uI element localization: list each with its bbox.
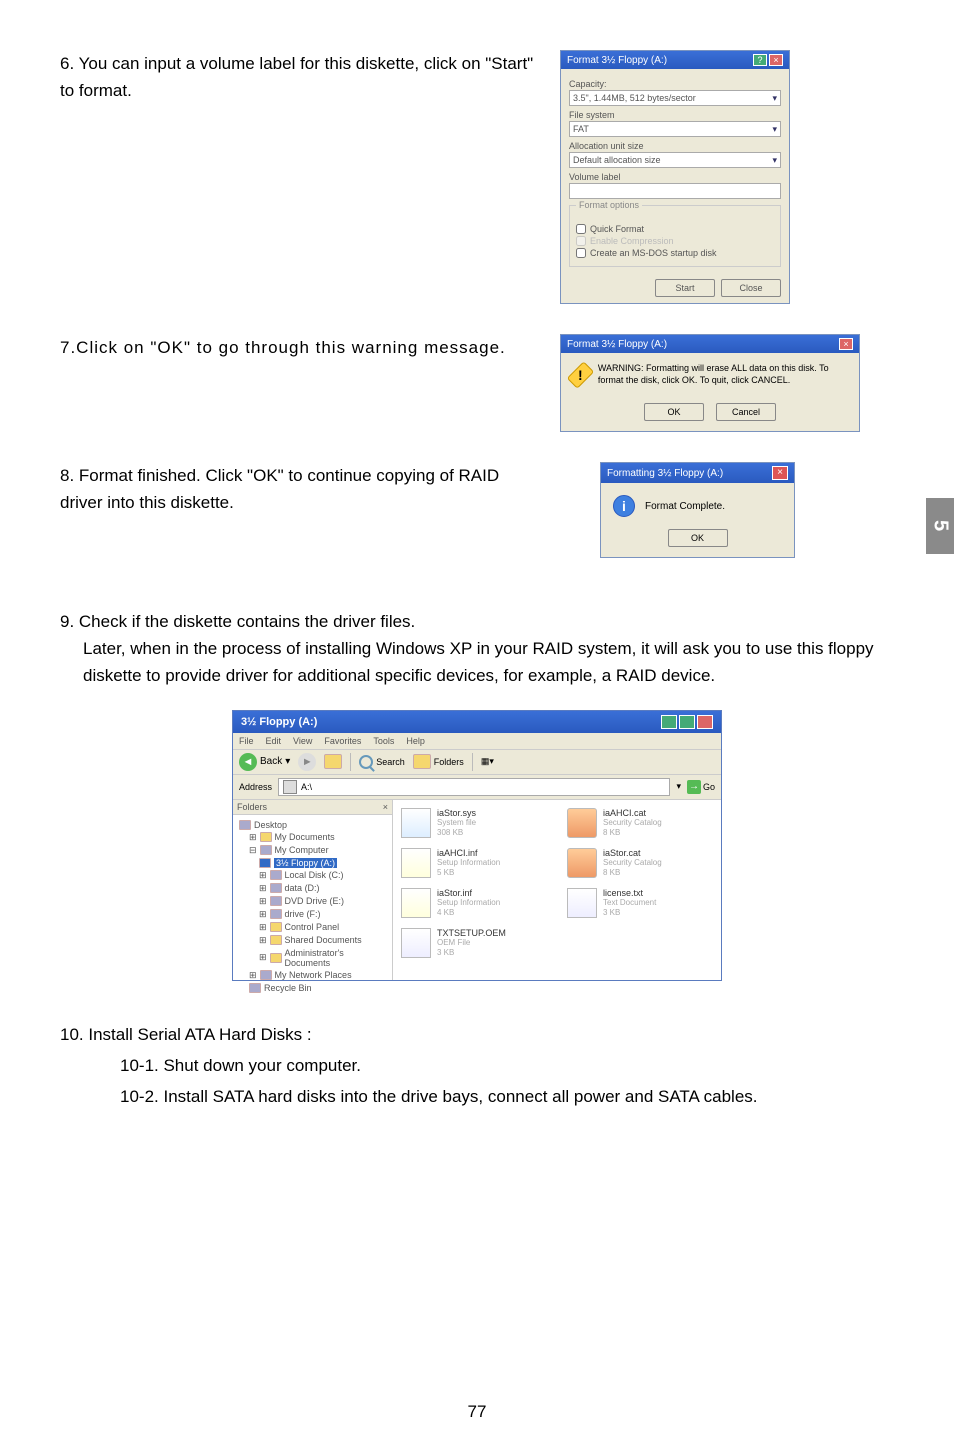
file-item[interactable]: iaStor.sysSystem file308 KB <box>401 808 547 838</box>
file-icon <box>401 888 431 918</box>
explorer-title: 3½ Floppy (A:) <box>241 716 317 728</box>
chapter-tab: 5 <box>926 498 954 554</box>
floppy-icon <box>283 780 297 794</box>
chevron-down-icon: ▾ <box>772 124 777 135</box>
file-item[interactable]: TXTSETUP.OEMOEM File3 KB <box>401 928 547 958</box>
file-icon <box>567 808 597 838</box>
warning-dialog: Format 3½ Floppy (A:) × ! WARNING: Forma… <box>560 334 860 432</box>
ok-button[interactable]: OK <box>668 529 728 547</box>
close-icon[interactable]: × <box>839 338 853 350</box>
ok-button[interactable]: OK <box>644 403 704 421</box>
views-button[interactable]: ▦▾ <box>481 756 494 767</box>
close-icon[interactable]: × <box>772 466 788 480</box>
quick-format-checkbox[interactable] <box>576 224 586 234</box>
format-dialog-title: Format 3½ Floppy (A:) <box>567 55 667 66</box>
step-7-text: 7.Click on "OK" to go through this warni… <box>60 334 540 361</box>
complete-dialog-title: Formatting 3½ Floppy (A:) <box>607 468 723 479</box>
search-icon <box>359 755 373 769</box>
up-folder-icon[interactable] <box>324 754 342 769</box>
step-9-text: 9. Check if the diskette contains the dr… <box>60 608 894 635</box>
go-button[interactable]: →Go <box>687 780 715 794</box>
filesystem-label: File system <box>569 110 781 120</box>
search-button[interactable]: Search <box>359 755 405 769</box>
cancel-button[interactable]: Cancel <box>716 403 776 421</box>
explorer-menu[interactable]: File Edit View Favorites Tools Help <box>233 733 721 750</box>
start-button[interactable]: Start <box>655 279 715 297</box>
file-icon <box>401 808 431 838</box>
chevron-down-icon: ▾ <box>772 93 777 104</box>
chevron-down-icon: ▾ <box>772 155 777 166</box>
volume-label: Volume label <box>569 172 781 182</box>
step-10-1-text: 10-1. Shut down your computer. <box>120 1052 894 1079</box>
file-icon <box>567 888 597 918</box>
warning-dialog-title: Format 3½ Floppy (A:) <box>567 339 667 350</box>
close-button[interactable]: Close <box>721 279 781 297</box>
msdos-checkbox[interactable] <box>576 248 586 258</box>
address-input[interactable]: A:\ <box>278 778 670 796</box>
folder-icon <box>413 754 431 769</box>
minimize-icon[interactable] <box>661 715 677 729</box>
file-item[interactable]: license.txtText Document3 KB <box>567 888 713 918</box>
info-icon: i <box>613 495 635 517</box>
format-options-label: Format options <box>576 200 642 210</box>
capacity-label: Capacity: <box>569 79 781 89</box>
warning-text: WARNING: Formatting will erase ALL data … <box>598 363 847 386</box>
folder-tree[interactable]: Folders× Desktop ⊞My Documents ⊟My Compu… <box>233 800 393 980</box>
page-number: 77 <box>0 1402 954 1422</box>
file-item[interactable]: iaAHCI.infSetup Information5 KB <box>401 848 547 878</box>
help-icon[interactable]: ? <box>753 54 767 66</box>
file-icon <box>401 848 431 878</box>
filesystem-select[interactable]: FAT▾ <box>569 121 781 137</box>
file-item[interactable]: iaStor.catSecurity Catalog8 KB <box>567 848 713 878</box>
back-button[interactable]: ◄Back ▾ <box>239 753 290 771</box>
step-10-text: 10. Install Serial ATA Hard Disks : <box>60 1021 894 1048</box>
explorer-window: 3½ Floppy (A:) File Edit View Favorites … <box>232 710 722 981</box>
complete-text: Format Complete. <box>645 501 725 512</box>
close-icon[interactable]: × <box>769 54 783 66</box>
step-8-text: 8. Format finished. Click "OK" to contin… <box>60 462 540 516</box>
capacity-select[interactable]: 3.5", 1.44MB, 512 bytes/sector▾ <box>569 90 781 106</box>
step-6-text: 6. You can input a volume label for this… <box>60 50 540 104</box>
warning-icon: ! <box>567 361 594 388</box>
address-label: Address <box>239 782 272 792</box>
file-item[interactable]: iaAHCI.catSecurity Catalog8 KB <box>567 808 713 838</box>
forward-button: ► <box>298 753 316 771</box>
complete-dialog: Formatting 3½ Floppy (A:) × i Format Com… <box>600 462 795 558</box>
compression-checkbox <box>576 236 586 246</box>
step-9-body: Later, when in the process of installing… <box>60 635 894 689</box>
alloc-select[interactable]: Default allocation size▾ <box>569 152 781 168</box>
file-item[interactable]: iaStor.infSetup Information4 KB <box>401 888 547 918</box>
file-list: iaStor.sysSystem file308 KB iaAHCI.catSec… <box>393 800 721 980</box>
folders-button[interactable]: Folders <box>413 754 464 769</box>
file-icon <box>567 848 597 878</box>
step-10-2-text: 10-2. Install SATA hard disks into the d… <box>120 1083 894 1110</box>
file-icon <box>401 928 431 958</box>
alloc-label: Allocation unit size <box>569 141 781 151</box>
close-icon[interactable] <box>697 715 713 729</box>
format-dialog: Format 3½ Floppy (A:) ? × Capacity: 3.5"… <box>560 50 790 304</box>
close-panel-icon[interactable]: × <box>383 802 388 812</box>
volume-input[interactable] <box>569 183 781 199</box>
maximize-icon[interactable] <box>679 715 695 729</box>
